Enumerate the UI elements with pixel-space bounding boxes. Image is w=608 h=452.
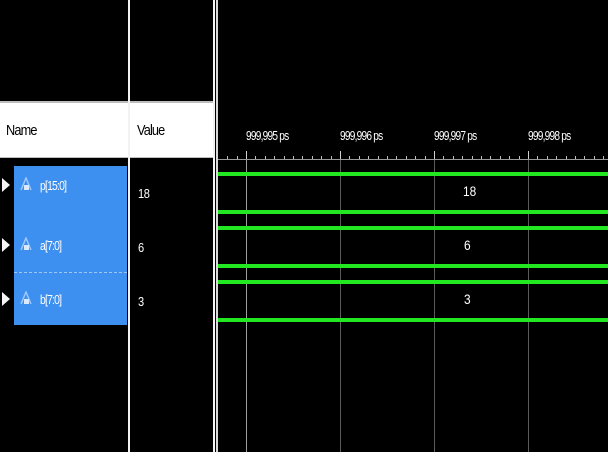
bus-signal-icon — [20, 291, 32, 305]
signal-value: 18 — [138, 186, 150, 201]
name-column-label: Name — [6, 122, 37, 139]
bus-signal-icon — [20, 237, 32, 251]
waveform-bus-bottom — [218, 318, 608, 322]
value-pane — [130, 0, 213, 452]
value-column-label: Value — [137, 122, 165, 139]
waveform-bus-bottom — [218, 264, 608, 268]
signal-row-p[interactable]: p[15:0] — [0, 166, 128, 220]
time-grid-line — [528, 160, 529, 452]
value-column-header[interactable]: Value — [130, 101, 213, 158]
time-label: 999,997 ps — [434, 128, 477, 143]
signal-row-a[interactable]: a[7:0] — [0, 220, 128, 274]
time-label: 999,998 ps — [528, 128, 571, 143]
name-value-splitter[interactable] — [128, 0, 130, 452]
signal-name: a[7:0] — [40, 238, 62, 253]
row-divider — [14, 272, 127, 273]
signal-row-b[interactable]: b[7:0] — [0, 274, 128, 328]
time-label: 999,996 ps — [340, 128, 383, 143]
value-wave-splitter[interactable] — [213, 0, 215, 452]
waveform-value: 18 — [463, 183, 477, 199]
waveform-bus-top — [218, 226, 608, 230]
time-ruler-baseline — [218, 159, 608, 160]
signal-value: 3 — [138, 294, 144, 309]
signal-name: p[15:0] — [40, 178, 67, 193]
waveform-bus-top — [218, 172, 608, 176]
waveform-bus-top — [218, 280, 608, 284]
expand-arrow-icon[interactable] — [2, 292, 10, 306]
waveform-bus-bottom — [218, 210, 608, 214]
signal-name: b[7:0] — [40, 292, 62, 307]
name-column-header[interactable]: Name — [0, 101, 128, 158]
waveform-value: 3 — [464, 291, 471, 307]
waveform-value: 6 — [464, 237, 471, 253]
time-grid-line — [340, 160, 341, 452]
time-grid-line — [434, 160, 435, 452]
time-label: 999,995 ps — [246, 128, 289, 143]
expand-arrow-icon[interactable] — [2, 238, 10, 252]
time-grid-line — [246, 160, 247, 452]
signal-value: 6 — [138, 240, 144, 255]
expand-arrow-icon[interactable] — [2, 178, 10, 192]
bus-signal-icon — [20, 177, 32, 191]
